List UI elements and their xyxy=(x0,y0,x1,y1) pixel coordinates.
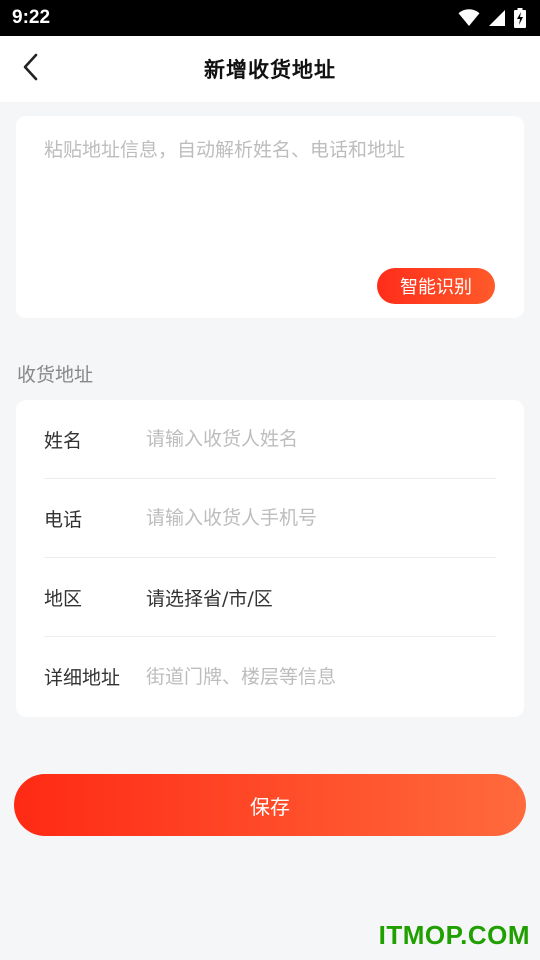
paste-address-input[interactable] xyxy=(44,136,504,276)
detail-label: 详细地址 xyxy=(44,667,121,689)
battery-charging-icon xyxy=(514,8,526,28)
phone-row: 电话 xyxy=(44,479,496,558)
name-label: 姓名 xyxy=(44,429,83,452)
cell-signal-icon xyxy=(488,9,506,27)
name-row: 姓名 xyxy=(44,400,496,479)
phone-input[interactable] xyxy=(146,498,496,538)
detail-row: 详细地址 xyxy=(44,637,496,716)
watermark: ITMOP.COM xyxy=(378,920,530,950)
status-bar: 9:22 xyxy=(0,0,540,36)
save-button[interactable]: 保存 xyxy=(14,774,526,836)
back-button[interactable] xyxy=(14,53,46,85)
wifi-icon xyxy=(458,9,480,27)
detail-address-input[interactable] xyxy=(146,656,496,697)
phone-label: 电话 xyxy=(44,508,83,531)
status-icons xyxy=(458,8,526,28)
header: 新增收货地址 xyxy=(0,36,540,102)
name-input[interactable] xyxy=(146,419,496,459)
chevron-left-icon xyxy=(21,53,39,85)
status-time: 9:22 xyxy=(12,7,51,28)
section-label: 收货地址 xyxy=(17,364,94,386)
page-title: 新增收货地址 xyxy=(204,58,336,82)
address-form-card: 姓名 电话 地区 请选择省/市/区 详细地址 xyxy=(16,400,524,717)
region-label: 地区 xyxy=(44,587,83,610)
smart-recognize-button[interactable]: 智能识别 xyxy=(377,268,495,304)
paste-address-card: 智能识别 xyxy=(16,116,524,318)
region-selector[interactable]: 请选择省/市/区 xyxy=(146,584,273,611)
region-row[interactable]: 地区 请选择省/市/区 xyxy=(44,558,496,637)
